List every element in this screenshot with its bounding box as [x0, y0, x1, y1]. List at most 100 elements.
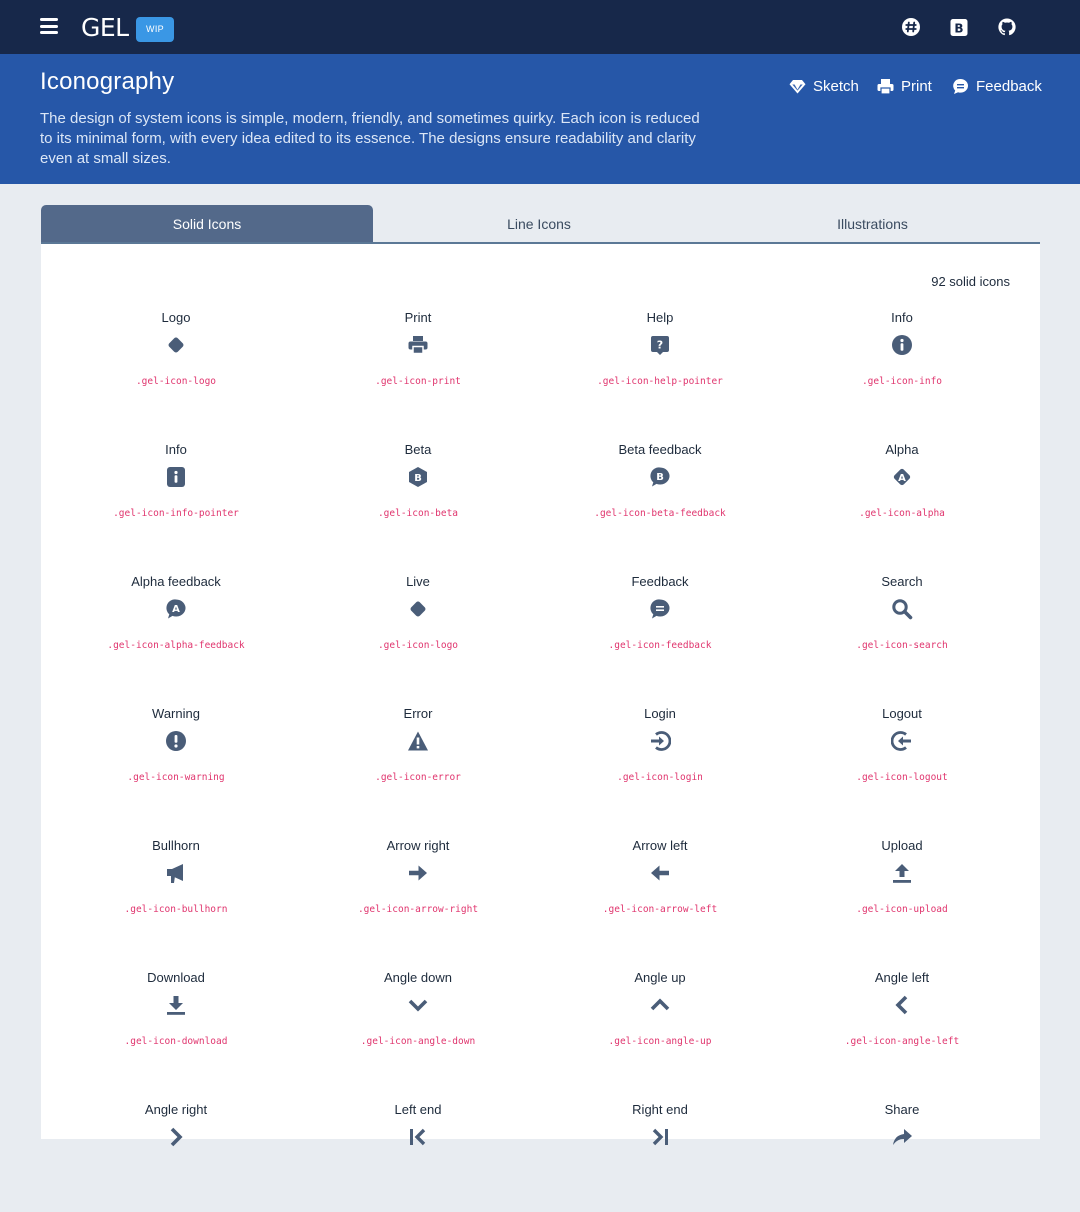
icon-card[interactable]: Login .gel-icon-login — [540, 706, 780, 816]
svg-text:B: B — [656, 472, 664, 483]
icon-card-class-name[interactable]: .gel-icon-arrow-left — [540, 904, 780, 915]
icon-card-class-name[interactable]: .gel-icon-print — [298, 376, 538, 387]
print-label: Print — [901, 77, 932, 95]
icon-card[interactable]: Angle up .gel-icon-angle-up — [540, 970, 780, 1080]
icon-card[interactable]: Right end — [540, 1102, 780, 1212]
icon-card[interactable]: Logout .gel-icon-logout — [782, 706, 1022, 816]
right-end-icon — [649, 1126, 671, 1148]
icon-card-class-name[interactable]: .gel-icon-arrow-right — [298, 904, 538, 915]
icon-card-class-name[interactable]: .gel-icon-info-pointer — [56, 508, 296, 519]
icon-card[interactable]: Download .gel-icon-download — [56, 970, 296, 1080]
icon-card-class-name[interactable]: .gel-icon-beta — [298, 508, 538, 519]
bootstrap-icon[interactable]: B — [949, 17, 969, 37]
icon-card-class-name[interactable]: .gel-icon-search — [782, 640, 1022, 651]
icon-card-name: Feedback — [631, 574, 689, 589]
login-icon — [649, 730, 672, 752]
icon-card[interactable]: Help? .gel-icon-help-pointer — [540, 310, 780, 420]
beta-feedback-icon: B — [649, 466, 671, 488]
icon-card-class-name[interactable]: .gel-icon-help-pointer — [540, 376, 780, 387]
icon-card[interactable]: Logo .gel-icon-logo — [56, 310, 296, 420]
angle-right-icon — [165, 1126, 187, 1148]
feedback-icon — [649, 598, 671, 620]
icon-card[interactable]: Alpha feedback A .gel-icon-alpha-feedback — [56, 574, 296, 684]
info-pointer-icon — [165, 466, 187, 488]
alpha-icon: A — [891, 466, 913, 488]
github-icon[interactable] — [997, 17, 1017, 37]
icon-card-class-name[interactable]: .gel-icon-feedback — [540, 640, 780, 651]
icon-card[interactable]: Beta B .gel-icon-beta — [298, 442, 538, 552]
icon-card-class-name[interactable]: .gel-icon-alpha-feedback — [56, 640, 296, 651]
icon-card-name: Angle right — [144, 1102, 208, 1117]
icon-card[interactable]: Left end — [298, 1102, 538, 1212]
icon-card-class-name[interactable]: .gel-icon-angle-up — [540, 1036, 780, 1047]
beta-icon: B — [407, 466, 429, 488]
icon-card-name: Alpha feedback — [131, 574, 221, 589]
slack-icon[interactable] — [901, 17, 921, 37]
icon-card[interactable]: Upload .gel-icon-upload — [782, 838, 1022, 948]
icon-card-class-name[interactable]: .gel-icon-warning — [56, 772, 296, 783]
tab-line-icons[interactable]: Line Icons — [373, 205, 705, 242]
top-navigation-bar: GEL WIP B — [0, 0, 1080, 54]
icon-card[interactable]: Beta feedback B .gel-icon-beta-feedback — [540, 442, 780, 552]
icon-card-name: Logo — [161, 310, 191, 325]
print-link[interactable]: Print — [877, 76, 932, 96]
alpha-feedback-icon: A — [165, 598, 187, 620]
icon-card[interactable]: Info .gel-icon-info-pointer — [56, 442, 296, 552]
icon-card[interactable]: Live .gel-icon-logo — [298, 574, 538, 684]
menu-icon[interactable] — [40, 18, 58, 34]
icon-card-class-name[interactable]: .gel-icon-download — [56, 1036, 296, 1047]
icon-card-name: Alpha — [885, 442, 919, 457]
angle-left-icon — [891, 994, 913, 1016]
icon-card-class-name[interactable]: .gel-icon-logo — [56, 376, 296, 387]
icon-card-class-name[interactable]: .gel-icon-error — [298, 772, 538, 783]
icon-card[interactable]: Alpha A .gel-icon-alpha — [782, 442, 1022, 552]
icon-card-name: Bullhorn — [152, 838, 200, 853]
chat-bubble-icon — [953, 78, 968, 94]
tab-solid-icons[interactable]: Solid Icons — [41, 205, 373, 242]
icon-card[interactable]: Warning .gel-icon-warning — [56, 706, 296, 816]
page-header: Iconography The design of system icons i… — [0, 54, 1080, 184]
icon-card-class-name[interactable]: .gel-icon-bullhorn — [56, 904, 296, 915]
angle-up-icon — [649, 994, 671, 1016]
icon-card-name: Beta — [404, 442, 432, 457]
icon-card-class-name[interactable]: .gel-icon-angle-down — [298, 1036, 538, 1047]
share-icon — [891, 1126, 913, 1148]
icon-card[interactable]: Angle right — [56, 1102, 296, 1212]
icon-card-name: Info — [891, 310, 913, 325]
print-icon — [407, 334, 429, 356]
icon-panel: 92 solid icons Logo .gel-icon-logo Print .g… — [41, 244, 1040, 1147]
icon-card[interactable]: Error .gel-icon-error — [298, 706, 538, 816]
icon-card-class-name[interactable]: .gel-icon-info — [782, 376, 1022, 387]
icon-card[interactable]: Search .gel-icon-search — [782, 574, 1022, 684]
tab-illustrations[interactable]: Illustrations — [705, 205, 1040, 242]
icon-card-class-name[interactable]: .gel-icon-beta-feedback — [540, 508, 780, 519]
icon-card-class-name[interactable]: .gel-icon-logo — [298, 640, 538, 651]
angle-down-icon — [407, 994, 429, 1016]
icon-card-name: Error — [403, 706, 433, 721]
download-icon — [165, 994, 187, 1016]
feedback-link[interactable]: Feedback — [952, 76, 1042, 96]
icon-card[interactable]: Angle down .gel-icon-angle-down — [298, 970, 538, 1080]
icon-card[interactable]: Print .gel-icon-print — [298, 310, 538, 420]
icon-card-name: Right end — [632, 1102, 688, 1117]
icon-card-class-name[interactable]: .gel-icon-angle-left — [782, 1036, 1022, 1047]
svg-text:B: B — [954, 22, 963, 36]
icon-card[interactable]: Angle left .gel-icon-angle-left — [782, 970, 1022, 1080]
icon-card[interactable]: Share — [782, 1102, 1022, 1212]
icon-count: 92 solid icons — [931, 274, 1010, 289]
icon-card-class-name[interactable]: .gel-icon-alpha — [782, 508, 1022, 519]
page-description: The design of system icons is simple, mo… — [40, 110, 700, 167]
icon-card-name: Angle down — [384, 970, 452, 985]
upload-icon — [891, 862, 913, 884]
icon-card[interactable]: Feedback .gel-icon-feedback — [540, 574, 780, 684]
icon-card-class-name[interactable]: .gel-icon-upload — [782, 904, 1022, 915]
arrow-right-icon — [407, 862, 429, 884]
icon-card-class-name[interactable]: .gel-icon-login — [540, 772, 780, 783]
icon-card[interactable]: Info .gel-icon-info — [782, 310, 1022, 420]
icon-card[interactable]: Arrow right .gel-icon-arrow-right — [298, 838, 538, 948]
brand-logo[interactable]: GEL — [81, 13, 129, 42]
icon-card-class-name[interactable]: .gel-icon-logout — [782, 772, 1022, 783]
sketch-link[interactable]: Sketch — [789, 76, 859, 96]
icon-card[interactable]: Arrow left .gel-icon-arrow-left — [540, 838, 780, 948]
icon-card[interactable]: Bullhorn .gel-icon-bullhorn — [56, 838, 296, 948]
